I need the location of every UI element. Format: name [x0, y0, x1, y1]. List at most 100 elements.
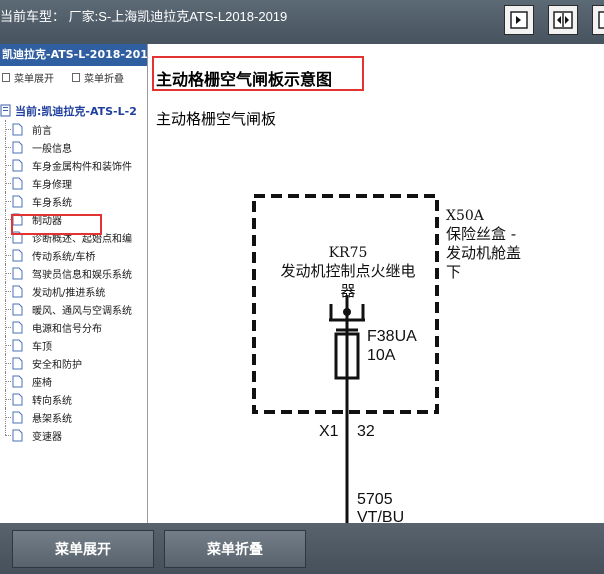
- relay-node: [343, 308, 351, 316]
- tree-branch-line: [5, 399, 11, 400]
- tree-branch-line: [5, 201, 11, 202]
- tree-branch-line: [5, 273, 11, 274]
- tree-list: 前言 一般信息 车身金属构件和装饰件 车身修理 车身系统 制动器 诊断概述、起始点和编 传动系…: [0, 120, 147, 444]
- right-edge-strip: [597, 44, 604, 523]
- top-toolbar: 当前车型： 厂家:S-上海凯迪拉克ATS-L2018-2019: [0, 0, 604, 44]
- wiring-diagram: KR75 发动机控制点火继电 器 F38UA 10A X50A 保险丝盒 - 发…: [252, 194, 521, 523]
- document-icon: [12, 285, 23, 298]
- tree-item[interactable]: 传动系统/车桥: [0, 246, 147, 264]
- tree-branch-line: [5, 363, 11, 364]
- document-icon: [12, 321, 23, 334]
- tree-item[interactable]: 发动机/推进系统: [0, 282, 147, 300]
- tree-item-label: 车顶: [32, 342, 52, 353]
- document-icon: [12, 375, 23, 388]
- tree-branch-line: [5, 327, 11, 328]
- component-id-text: KR75: [329, 245, 368, 261]
- tree-item[interactable]: 暖风、通风与空调系统: [0, 300, 147, 318]
- document-icon: [12, 393, 23, 406]
- tree-branch-line: [5, 417, 11, 418]
- tree-item-label: 车身修理: [32, 180, 72, 191]
- tree-branch-line: [5, 129, 11, 130]
- tree-item[interactable]: 座椅: [0, 372, 147, 390]
- connector-text: X1: [319, 423, 339, 440]
- document-icon: [12, 249, 23, 262]
- document-icon: [12, 339, 23, 352]
- tree-branch-line: [5, 183, 11, 184]
- tree-item[interactable]: 安全和防护: [0, 354, 147, 372]
- box-id-text: X50A: [446, 208, 485, 224]
- tree-branch-line: [5, 435, 11, 436]
- box-name-line3: 下: [446, 263, 461, 281]
- tree-branch-line: [5, 237, 11, 238]
- tree-connector-line: [5, 426, 6, 435]
- tree-item[interactable]: 驾驶员信息和娱乐系统: [0, 264, 147, 282]
- component-name-line2: 器: [340, 282, 355, 300]
- circuit-number-text: 5705: [357, 491, 393, 508]
- menu-expand-button[interactable]: 菜单展开: [12, 530, 154, 568]
- sidebar: 凯迪拉克-ATS-L-2018-2019 菜单展开 菜单折叠 当前:凯迪拉克-A…: [0, 44, 148, 523]
- tree-root[interactable]: 当前:凯迪拉克-ATS-L-2: [0, 102, 147, 120]
- selected-item-highlight: [11, 214, 102, 235]
- tree-item[interactable]: 电源和信号分布: [0, 318, 147, 336]
- tree-root-label: 当前:凯迪拉克-ATS-L-2: [15, 105, 137, 118]
- sidebar-actions: 菜单展开 菜单折叠: [0, 68, 147, 86]
- tree-item[interactable]: 车顶: [0, 336, 147, 354]
- tree-item[interactable]: 一般信息: [0, 138, 147, 156]
- tree-item-label: 电源和信号分布: [32, 324, 102, 335]
- tree-branch-line: [5, 147, 11, 148]
- tree-item[interactable]: 转向系统: [0, 390, 147, 408]
- bottom-bar: 菜单展开 菜单折叠: [0, 523, 604, 574]
- wire-color-text: VT/BU: [357, 509, 404, 523]
- tree-branch-line: [5, 291, 11, 292]
- sidebar-collapse-link[interactable]: 菜单折叠: [72, 70, 124, 85]
- fuse-rating-text: 10A: [367, 347, 396, 364]
- panel-right-icon: [510, 11, 528, 29]
- tree-item-label: 转向系统: [32, 396, 72, 407]
- tree-item[interactable]: 车身系统: [0, 192, 147, 210]
- tree-item-label: 暖风、通风与空调系统: [32, 306, 132, 317]
- current-vehicle-label: 当前车型： 厂家:S-上海凯迪拉克ATS-L2018-2019: [0, 9, 288, 24]
- panel-right-button[interactable]: [504, 5, 534, 35]
- panel-left-icon: [598, 11, 604, 29]
- tree-item-label: 悬架系统: [32, 414, 72, 425]
- tree-item[interactable]: 变速器: [0, 426, 147, 444]
- tree-item-label: 发动机/推进系统: [32, 288, 106, 299]
- tree-item[interactable]: 悬架系统: [0, 408, 147, 426]
- document-icon: [12, 195, 23, 208]
- tree-item-label: 安全和防护: [32, 360, 82, 371]
- document-icon: [12, 159, 23, 172]
- folder-doc-icon: [0, 104, 11, 117]
- tree-item-label: 前言: [32, 126, 52, 137]
- box-name-line1: 保险丝盒 -: [446, 225, 516, 243]
- tree-item-label: 车身金属构件和装饰件: [32, 162, 132, 173]
- pin-text: 32: [357, 423, 375, 440]
- sidebar-expand-link[interactable]: 菜单展开: [2, 70, 54, 85]
- tree-item-label: 传动系统/车桥: [32, 252, 96, 263]
- panel-left-button[interactable]: [592, 5, 604, 35]
- tree-item-label: 座椅: [32, 378, 52, 389]
- tree-branch-line: [5, 255, 11, 256]
- panel-split-button[interactable]: [548, 5, 578, 35]
- component-name-line1: 发动机控制点火继电: [280, 262, 415, 280]
- box-name-line2: 发动机舱盖: [446, 244, 521, 262]
- document-icon: [12, 411, 23, 424]
- document-icon: [12, 357, 23, 370]
- tree-item[interactable]: 前言: [0, 120, 147, 138]
- tree-branch-line: [5, 165, 11, 166]
- tree-item-label: 一般信息: [32, 144, 72, 155]
- menu-collapse-button[interactable]: 菜单折叠: [164, 530, 306, 568]
- document-icon: [12, 177, 23, 190]
- document-icon: [12, 141, 23, 154]
- tree-branch-line: [5, 345, 11, 346]
- tree-branch-line: [5, 381, 11, 382]
- sidebar-collapse-label: 菜单折叠: [84, 74, 124, 85]
- tree-item[interactable]: 车身修理: [0, 174, 147, 192]
- tree-item-label: 驾驶员信息和娱乐系统: [32, 270, 132, 281]
- panel-split-icon: [553, 11, 573, 29]
- document-icon: [12, 123, 23, 136]
- tree-item-label: 变速器: [32, 432, 62, 443]
- content-area: 主动格栅空气闸板示意图 主动格栅空气闸板 KR75 发动机控制点火继电 器 F3…: [149, 44, 604, 523]
- tree-branch-line: [5, 309, 11, 310]
- tree-item[interactable]: 车身金属构件和装饰件: [0, 156, 147, 174]
- document-icon: [12, 429, 23, 442]
